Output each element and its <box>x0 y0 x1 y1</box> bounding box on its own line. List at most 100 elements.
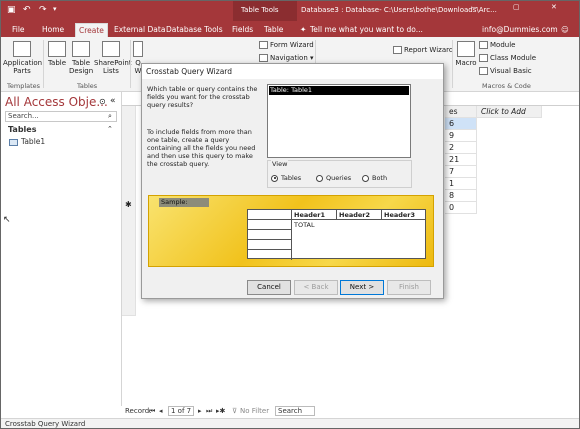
filter-status[interactable]: No Filter <box>240 406 269 417</box>
close-button[interactable]: ✕ <box>551 3 557 11</box>
save-icon[interactable]: ▣ <box>7 5 16 15</box>
module-label: Module <box>490 41 516 49</box>
first-record-icon[interactable]: ⏮ <box>149 406 155 417</box>
nav-item-table1[interactable]: Table1 <box>9 137 45 146</box>
radio-dot <box>271 174 278 182</box>
report-wizard-label: Report Wizard <box>404 46 454 54</box>
tab-fields[interactable]: Fields <box>229 23 256 37</box>
undo-icon[interactable]: ↶ <box>23 5 31 15</box>
finish-button[interactable]: Finish <box>387 280 431 295</box>
title-bar: ▣ ↶ ↷ ▾ Table Tools Database3 : Database… <box>1 1 579 37</box>
record-search-input[interactable]: Search <box>275 406 315 416</box>
nav-dropdown-icon[interactable]: ⊙ <box>99 97 106 106</box>
grid-corner <box>248 210 292 220</box>
back-button[interactable]: < Back <box>294 280 338 295</box>
click-to-add-header[interactable]: Click to Add <box>477 106 542 118</box>
class-module-icon <box>479 54 488 62</box>
smiley-icon[interactable]: ☺ <box>558 23 572 37</box>
section-collapse-icon[interactable]: ⌃ <box>107 125 113 133</box>
restore-button[interactable]: ▢ <box>513 3 520 11</box>
nav-pane-title[interactable]: All Access Obje... <box>5 95 108 109</box>
mouse-cursor-icon: ↖ <box>3 215 11 225</box>
table-button[interactable]: Table <box>46 41 68 67</box>
tell-me-box[interactable]: Tell me what you want to do... <box>307 23 426 37</box>
nav-collapse-icon[interactable]: « <box>110 96 116 106</box>
radio-both[interactable]: Both <box>362 174 387 182</box>
macro-icon <box>457 41 475 57</box>
radio-label: Queries <box>326 174 352 182</box>
grid-row-header <box>248 230 292 240</box>
help-text: To include fields from more than one tab… <box>147 128 256 168</box>
application-parts-label: Application Parts <box>3 59 43 75</box>
tab-file[interactable]: File <box>9 23 28 37</box>
module-icon <box>479 41 488 49</box>
table-list[interactable]: Table: Table1 <box>267 84 411 158</box>
grid-header: Header2 <box>337 210 382 220</box>
minimize-button[interactable]: — <box>471 3 478 11</box>
datasheet-cell[interactable]: 0 <box>445 202 477 214</box>
datasheet-cell[interactable]: 21 <box>445 154 477 166</box>
sharepoint-lists-button[interactable]: SharePoint Lists <box>94 41 132 75</box>
datasheet-cell[interactable]: 2 <box>445 142 477 154</box>
tab-table[interactable]: Table <box>261 23 286 37</box>
sharepoint-lists-label: SharePoint Lists <box>94 59 132 75</box>
cancel-button[interactable]: Cancel <box>247 280 291 295</box>
account-name[interactable]: info@Dummies.com <box>479 23 561 37</box>
navigation-button[interactable]: Navigation ▾ <box>259 53 314 63</box>
datasheet-cell[interactable]: 1 <box>445 178 477 190</box>
grid-row-header <box>248 250 292 260</box>
column-header-partial[interactable]: es <box>445 106 477 118</box>
new-record-icon[interactable]: ▸✱ <box>216 406 225 417</box>
nav-item-label: Table1 <box>21 137 46 146</box>
previous-record-icon[interactable]: ◂ <box>159 406 163 417</box>
datasheet-cell[interactable]: 8 <box>445 190 477 202</box>
visual-basic-button[interactable]: Visual Basic <box>479 66 532 76</box>
table-design-button[interactable]: Table Design <box>69 41 93 75</box>
row-selector-column <box>122 106 136 316</box>
visual-basic-label: Visual Basic <box>490 67 532 75</box>
table-label: Table <box>47 59 67 67</box>
application-parts-button[interactable]: Application Parts <box>3 41 43 75</box>
sharepoint-lists-icon <box>102 41 120 57</box>
status-text: Crosstab Query Wizard <box>5 420 86 428</box>
radio-tables[interactable]: Tables <box>271 174 301 182</box>
tab-home[interactable]: Home <box>39 23 67 37</box>
nav-search-input[interactable]: Search... <box>5 111 117 122</box>
radio-label: Both <box>372 174 388 182</box>
list-item-selected[interactable]: Table: Table1 <box>269 86 409 95</box>
status-bar: Crosstab Query Wizard <box>1 418 579 428</box>
macro-button[interactable]: Macro <box>455 41 477 67</box>
query-wizard-icon <box>133 41 143 57</box>
tab-create[interactable]: Create <box>75 23 108 38</box>
record-label: Record: <box>125 407 152 415</box>
new-record-marker: ✱ <box>125 200 132 209</box>
nav-section-tables[interactable]: Tables <box>8 125 36 134</box>
sample-label: Sample: <box>159 198 209 207</box>
tab-database-tools[interactable]: Database Tools <box>163 23 226 37</box>
datasheet-cell[interactable]: 6 <box>445 118 477 130</box>
module-button[interactable]: Module <box>479 40 515 50</box>
radio-queries[interactable]: Queries <box>316 174 351 182</box>
redo-icon[interactable]: ↷ <box>39 5 47 15</box>
record-navigation-bar: Record: ⏮ ◂ 1 of 7 ▸ ⏭ ▸✱ ⊽ No Filter Se… <box>122 406 579 417</box>
form-wizard-button[interactable]: Form Wizard <box>259 40 314 50</box>
sample-preview: Sample: Header1 Header2 Header3 TOTAL <box>148 195 434 267</box>
datasheet-cell[interactable]: 9 <box>445 130 477 142</box>
group-tables: Tables <box>77 82 98 90</box>
last-record-icon[interactable]: ⏭ <box>206 406 212 417</box>
view-label: View <box>271 160 289 168</box>
next-record-icon[interactable]: ▸ <box>198 406 202 417</box>
datasheet-cell[interactable]: 7 <box>445 166 477 178</box>
grid-header: Header3 <box>382 210 425 220</box>
report-wizard-button[interactable]: Report Wizard <box>393 45 453 55</box>
tab-external-data[interactable]: External Data <box>111 23 168 37</box>
macro-label: Macro <box>455 59 477 67</box>
record-position-field[interactable]: 1 of 7 <box>168 406 194 416</box>
access-window: ▣ ↶ ↷ ▾ Table Tools Database3 : Database… <box>0 0 580 429</box>
customize-qat-icon[interactable]: ▾ <box>53 5 57 13</box>
next-button[interactable]: Next > <box>340 280 384 295</box>
search-icon: ⌕ <box>108 112 112 120</box>
table-design-icon <box>72 41 90 57</box>
class-module-button[interactable]: Class Module <box>479 53 536 63</box>
navigation-icon <box>259 54 268 62</box>
